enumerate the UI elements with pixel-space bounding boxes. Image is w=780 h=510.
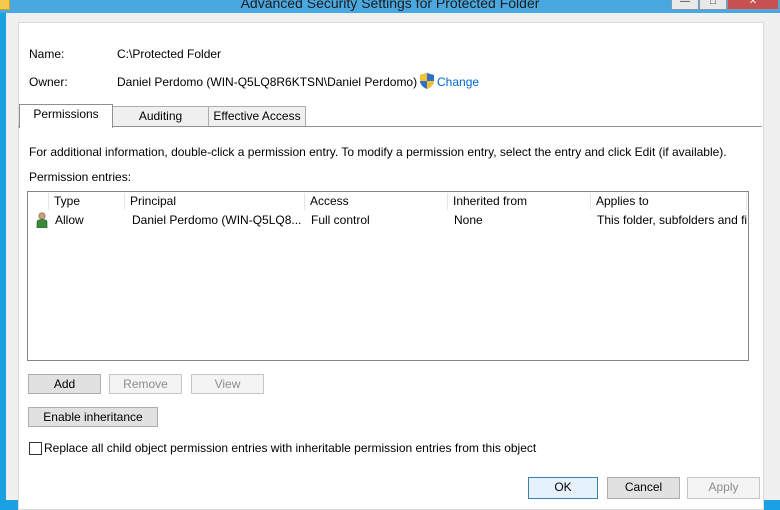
cell-inherited-from: None: [454, 213, 483, 227]
column-header-applies-to[interactable]: Applies to: [591, 193, 747, 210]
column-header-icon[interactable]: [29, 193, 49, 210]
name-value: C:\Protected Folder: [117, 47, 222, 61]
window-title: Advanced Security Settings for Protected…: [240, 0, 540, 11]
table-row[interactable]: Allow Daniel Perdomo (WIN-Q5LQ8... Full …: [29, 211, 747, 229]
cancel-button[interactable]: Cancel: [607, 477, 680, 499]
add-button[interactable]: Add: [28, 374, 101, 394]
minimize-button[interactable]: —: [671, 0, 699, 10]
tab-permissions[interactable]: Permissions: [19, 104, 113, 128]
column-header-access[interactable]: Access: [305, 193, 448, 210]
close-button[interactable]: ✕: [727, 0, 779, 10]
tab-effective-access[interactable]: Effective Access: [208, 106, 306, 127]
uac-shield-icon: [420, 73, 434, 89]
remove-button[interactable]: Remove: [109, 374, 182, 394]
column-header-principal[interactable]: Principal: [125, 193, 305, 210]
column-header-type[interactable]: Type: [49, 193, 125, 210]
tab-auditing[interactable]: Auditing: [112, 106, 209, 127]
owner-value: Daniel Perdomo (WIN-Q5LQ8R6KTSN\Daniel P…: [117, 75, 418, 89]
instructions-text: For additional information, double-click…: [29, 145, 727, 159]
cell-access: Full control: [311, 213, 370, 227]
title-bar[interactable]: Advanced Security Settings for Protected…: [0, 0, 780, 13]
tab-divider: [18, 126, 762, 127]
owner-label: Owner:: [29, 75, 68, 89]
ok-button[interactable]: OK: [528, 477, 598, 499]
enable-inheritance-button[interactable]: Enable inheritance: [28, 407, 158, 427]
cell-applies-to: This folder, subfolders and files: [597, 213, 747, 227]
user-icon: [36, 212, 48, 228]
view-button[interactable]: View: [191, 374, 264, 394]
name-label: Name:: [29, 47, 65, 61]
replace-child-permissions-label[interactable]: Replace all child object permission entr…: [44, 441, 536, 455]
maximize-button[interactable]: □: [699, 0, 727, 10]
change-owner-link[interactable]: Change: [437, 75, 479, 89]
permission-entries-list[interactable]: Type Principal Access Inherited from App…: [27, 191, 749, 361]
cell-type: Allow: [55, 213, 84, 227]
replace-child-permissions-checkbox[interactable]: [29, 442, 42, 455]
apply-button[interactable]: Apply: [687, 477, 760, 499]
cell-principal: Daniel Perdomo (WIN-Q5LQ8...: [132, 213, 302, 227]
permission-entries-label: Permission entries:: [29, 170, 132, 184]
column-header-inherited-from[interactable]: Inherited from: [448, 193, 591, 210]
